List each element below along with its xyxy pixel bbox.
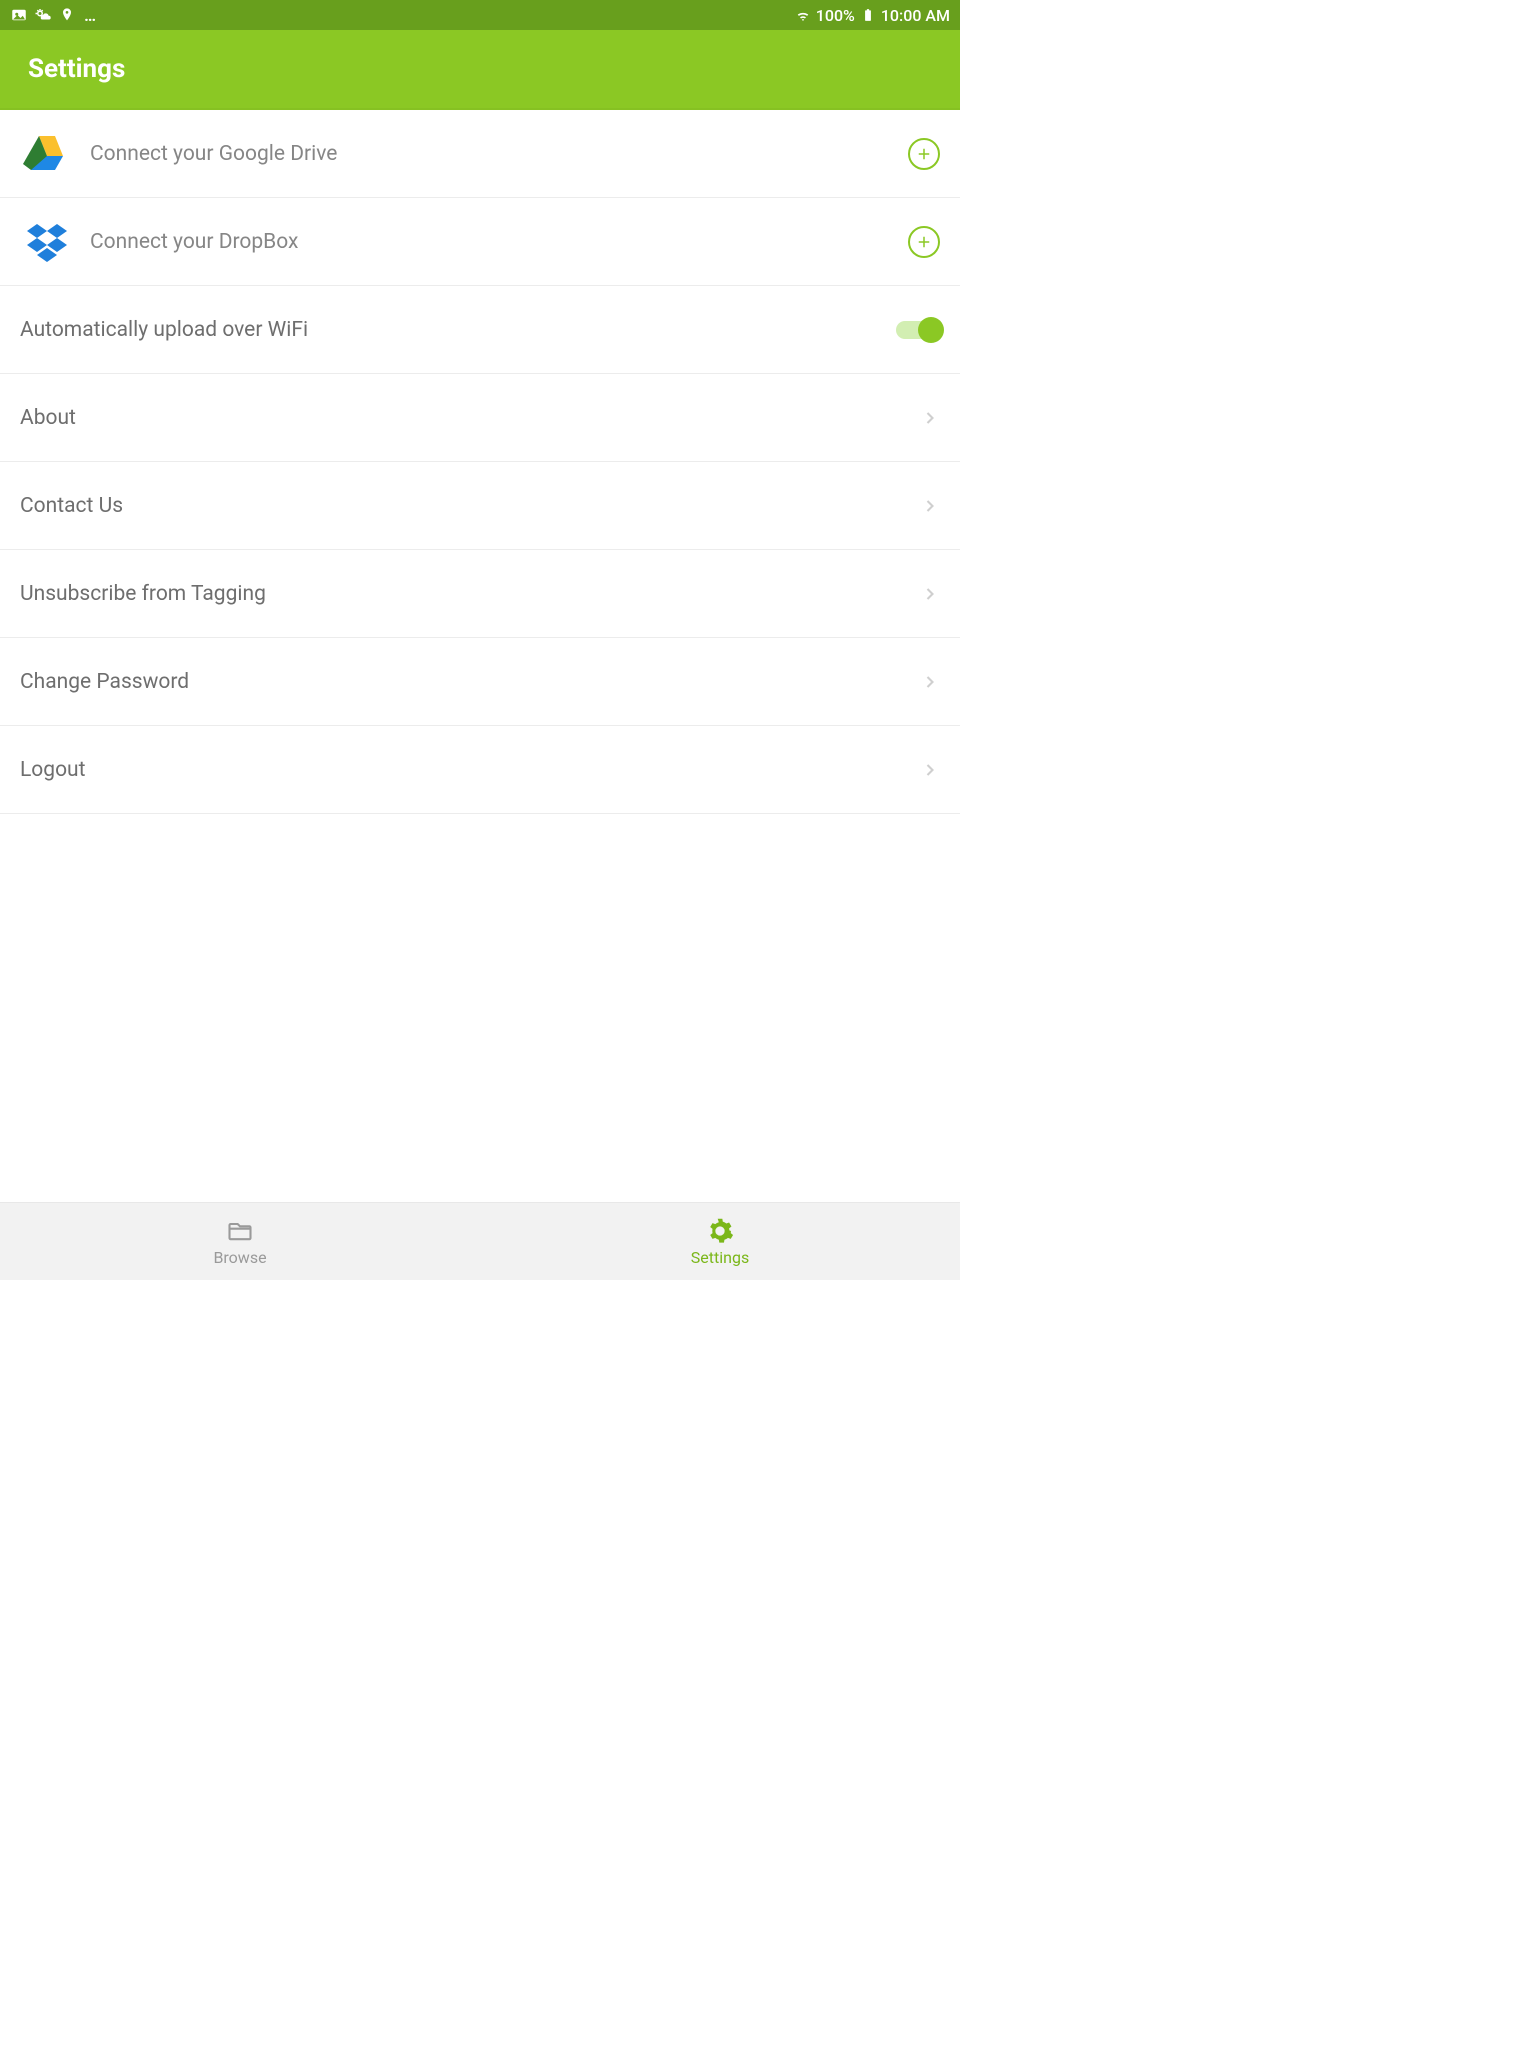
battery-percent-text: 100% <box>816 6 855 25</box>
nav-settings[interactable]: Settings <box>480 1203 960 1280</box>
unsubscribe-tagging-row[interactable]: Unsubscribe from Tagging <box>0 550 960 638</box>
wifi-icon <box>794 6 812 24</box>
page-title: Settings <box>28 54 125 84</box>
about-row[interactable]: About <box>0 374 960 462</box>
chevron-right-icon <box>920 760 940 780</box>
more-notifications-icon: … <box>82 6 100 24</box>
row-label: Automatically upload over WiFi <box>20 318 308 342</box>
row-label: Unsubscribe from Tagging <box>20 582 266 606</box>
settings-list: Connect your Google Drive Connect your D… <box>0 110 960 1202</box>
sun-cloud-icon <box>34 6 52 24</box>
auto-upload-wifi-row[interactable]: Automatically upload over WiFi <box>0 286 960 374</box>
app-bar: Settings <box>0 30 960 110</box>
chevron-right-icon <box>920 496 940 516</box>
add-dropbox-button[interactable] <box>908 226 940 258</box>
connect-google-drive-row[interactable]: Connect your Google Drive <box>0 110 960 198</box>
plus-circle-icon <box>908 226 940 258</box>
nav-label: Browse <box>213 1248 266 1267</box>
row-label: Connect your Google Drive <box>90 142 337 166</box>
status-left-icons: … <box>10 6 100 24</box>
contact-us-row[interactable]: Contact Us <box>0 462 960 550</box>
bottom-nav: Browse Settings <box>0 1202 960 1280</box>
chevron-right-icon <box>920 672 940 692</box>
clock-text: 10:00 AM <box>881 6 950 25</box>
plus-circle-icon <box>908 138 940 170</box>
add-google-drive-button[interactable] <box>908 138 940 170</box>
chevron-right-icon <box>920 584 940 604</box>
nav-browse[interactable]: Browse <box>0 1203 480 1280</box>
android-status-bar: … 100% 10:00 AM <box>0 0 960 30</box>
connect-dropbox-row[interactable]: Connect your DropBox <box>0 198 960 286</box>
chevron-right-icon <box>920 408 940 428</box>
gear-icon <box>705 1216 735 1246</box>
photo-icon <box>10 6 28 24</box>
battery-full-icon <box>859 6 877 24</box>
toggle-on-icon <box>896 321 940 339</box>
auto-upload-toggle[interactable] <box>896 321 940 339</box>
change-password-row[interactable]: Change Password <box>0 638 960 726</box>
row-label: Change Password <box>20 670 189 694</box>
row-label: Connect your DropBox <box>90 230 298 254</box>
row-label: Logout <box>20 758 86 782</box>
location-pin-icon <box>58 6 76 24</box>
google-drive-icon <box>20 127 74 181</box>
status-right-icons: 100% 10:00 AM <box>794 6 950 25</box>
row-label: Contact Us <box>20 494 123 518</box>
nav-label: Settings <box>691 1248 749 1267</box>
logout-row[interactable]: Logout <box>0 726 960 814</box>
row-label: About <box>20 406 76 430</box>
folder-icon <box>225 1216 255 1246</box>
dropbox-icon <box>20 215 74 269</box>
